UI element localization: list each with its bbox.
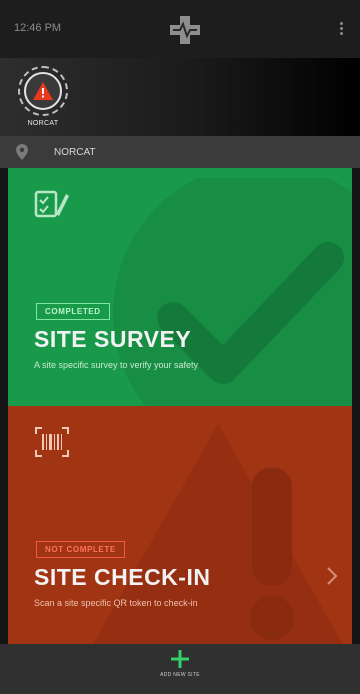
status-badge: NOT COMPLETE <box>36 541 125 558</box>
warning-icon <box>33 82 53 100</box>
location-name: NORCAT <box>54 147 96 158</box>
top-app-bar: 12:46 PM <box>0 0 360 58</box>
status-time: 12:46 PM <box>14 22 62 34</box>
app-logo-icon <box>170 16 200 44</box>
more-vertical-icon[interactable] <box>338 22 344 38</box>
site-avatar-label: NORCAT <box>27 120 59 127</box>
bottom-action-bar: ADD NEW SITE <box>0 644 360 694</box>
card-title: SITE CHECK-IN <box>34 564 211 590</box>
site-avatar[interactable] <box>18 66 68 116</box>
checkmark-watermark <box>113 178 352 406</box>
checklist-icon <box>34 190 69 218</box>
card-title: SITE SURVEY <box>34 326 192 352</box>
site-checkin-card[interactable]: NOT COMPLETE SITE CHECK-IN Scan a site s… <box>8 406 352 644</box>
location-bar[interactable]: NORCAT <box>0 136 360 168</box>
chevron-right-icon[interactable] <box>326 566 338 586</box>
add-new-site-button[interactable]: ADD NEW SITE <box>150 650 210 690</box>
site-survey-card[interactable]: COMPLETED SITE SURVEY A site specific su… <box>8 168 352 406</box>
plus-icon <box>171 650 189 668</box>
site-selector-strip: NORCAT <box>0 58 360 136</box>
status-badge: COMPLETED <box>36 303 110 320</box>
card-description: Scan a site specific QR token to check-i… <box>34 598 198 608</box>
card-description: A site specific survey to verify your sa… <box>34 360 199 370</box>
barcode-scan-icon <box>35 427 69 457</box>
location-pin-icon <box>16 144 28 160</box>
add-new-site-label: ADD NEW SITE <box>160 672 200 678</box>
